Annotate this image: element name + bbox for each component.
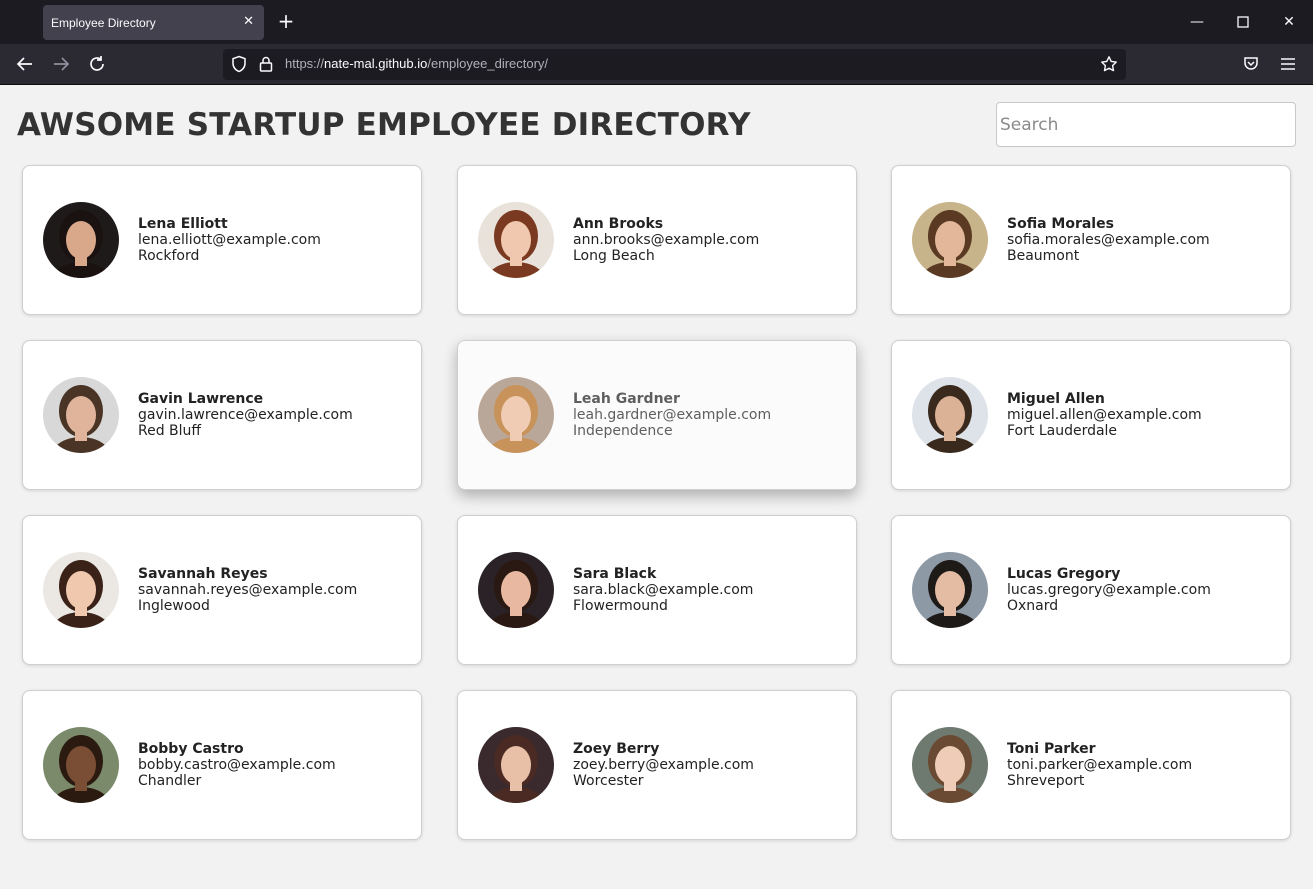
- employee-avatar[interactable]: [478, 727, 554, 803]
- employee-info: Miguel Allen miguel.allen@example.com Fort…: [1007, 391, 1202, 439]
- employee-email: miguel.allen@example.com: [1007, 407, 1202, 423]
- employee-city: Oxnard: [1007, 598, 1059, 614]
- employee-info: Sofia Morales sofia.morales@example.com Be…: [1007, 216, 1210, 264]
- back-arrow-icon[interactable]: [14, 53, 36, 75]
- employee-avatar[interactable]: [43, 727, 119, 803]
- employee-card[interactable]: Leah Gardner leah.gardner@example.com Inde…: [457, 340, 857, 490]
- employee-card[interactable]: Miguel Allen miguel.allen@example.com Fort…: [891, 340, 1291, 490]
- employee-email: lucas.gregory@example.com: [1007, 582, 1211, 598]
- employee-email: lena.elliott@example.com: [138, 232, 321, 248]
- employee-name: Ann Brooks: [573, 216, 664, 232]
- address-bar[interactable]: https://nate-mal.github.io/employee_dire…: [223, 49, 1126, 80]
- employee-info: Toni Parker toni.parker@example.com Shreve…: [1007, 741, 1192, 789]
- employee-avatar[interactable]: [912, 377, 988, 453]
- browser-tab-bar: Employee Directory ✕ + — ✕: [0, 0, 1313, 44]
- employee-city: Beaumont: [1007, 248, 1080, 264]
- employee-name: Bobby Castro: [138, 741, 244, 757]
- employee-card[interactable]: Lena Elliott lena.elliott@example.com Rock…: [22, 165, 422, 315]
- employee-info: Zoey Berry zoey.berry@example.com Worceste…: [573, 741, 754, 789]
- employee-card[interactable]: Ann Brooks ann.brooks@example.com Long Bea…: [457, 165, 857, 315]
- employee-card[interactable]: Lucas Gregory lucas.gregory@example.com Ox…: [891, 515, 1291, 665]
- employee-name: Zoey Berry: [573, 741, 660, 757]
- search-input[interactable]: [996, 102, 1296, 147]
- url-text: https://nate-mal.github.io/employee_dire…: [285, 56, 548, 71]
- close-tab-icon[interactable]: ✕: [243, 14, 254, 29]
- employee-city: Shreveport: [1007, 773, 1085, 789]
- employee-avatar[interactable]: [43, 377, 119, 453]
- employee-email: bobby.castro@example.com: [138, 757, 336, 773]
- employee-info: Lena Elliott lena.elliott@example.com Rock…: [138, 216, 321, 264]
- minimize-icon[interactable]: —: [1187, 12, 1207, 32]
- employee-info: Savannah Reyes savannah.reyes@example.com…: [138, 566, 357, 614]
- page-title: AWSOME STARTUP EMPLOYEE DIRECTORY: [17, 107, 751, 143]
- employee-city: Fort Lauderdale: [1007, 423, 1118, 439]
- employee-city: Worcester: [573, 773, 644, 789]
- maximize-icon[interactable]: [1233, 12, 1253, 34]
- employee-email: zoey.berry@example.com: [573, 757, 754, 773]
- employee-name: Toni Parker: [1007, 741, 1096, 757]
- employee-email: leah.gardner@example.com: [573, 407, 772, 423]
- menu-icon[interactable]: [1277, 53, 1299, 75]
- employee-name: Savannah Reyes: [138, 566, 268, 582]
- employee-card[interactable]: Gavin Lawrence gavin.lawrence@example.com…: [22, 340, 422, 490]
- employee-email: savannah.reyes@example.com: [138, 582, 358, 598]
- employee-card[interactable]: Sofia Morales sofia.morales@example.com Be…: [891, 165, 1291, 315]
- employee-avatar[interactable]: [478, 377, 554, 453]
- tab-title: Employee Directory: [51, 15, 156, 30]
- url-scheme: https://: [285, 56, 325, 71]
- employee-info: Ann Brooks ann.brooks@example.com Long Bea…: [573, 216, 759, 264]
- employee-card[interactable]: Bobby Castro bobby.castro@example.com Chan…: [22, 690, 422, 840]
- pocket-icon[interactable]: [1240, 53, 1262, 75]
- browser-tab[interactable]: Employee Directory ✕: [43, 5, 264, 40]
- shield-icon[interactable]: [230, 55, 248, 73]
- employee-name: Sara Black: [573, 566, 657, 582]
- employee-city: Long Beach: [573, 248, 655, 264]
- employee-email: sara.black@example.com: [573, 582, 754, 598]
- employee-card[interactable]: Savannah Reyes savannah.reyes@example.com…: [22, 515, 422, 665]
- reload-icon[interactable]: [86, 53, 108, 75]
- new-tab-icon[interactable]: +: [276, 10, 296, 32]
- employee-card[interactable]: Toni Parker toni.parker@example.com Shreve…: [891, 690, 1291, 840]
- bookmark-star-icon[interactable]: [1100, 55, 1118, 73]
- page-content: AWSOME STARTUP EMPLOYEE DIRECTORY Lena E…: [0, 86, 1313, 889]
- employee-name: Sofia Morales: [1007, 216, 1114, 232]
- employee-info: Sara Black sara.black@example.com Flowermo…: [573, 566, 753, 614]
- employee-email: ann.brooks@example.com: [573, 232, 760, 248]
- url-path: /employee_directory/: [427, 56, 549, 71]
- employee-name: Leah Gardner: [573, 391, 680, 407]
- employee-city: Flowermound: [573, 598, 668, 614]
- employee-card[interactable]: Sara Black sara.black@example.com Flowermo…: [457, 515, 857, 665]
- employee-city: Inglewood: [138, 598, 210, 614]
- employee-info: Gavin Lawrence gavin.lawrence@example.com…: [138, 391, 353, 439]
- employee-city: Rockford: [138, 248, 200, 264]
- employee-city: Red Bluff: [138, 423, 202, 439]
- employee-city: Chandler: [138, 773, 202, 789]
- employee-avatar[interactable]: [478, 552, 554, 628]
- employee-info: Leah Gardner leah.gardner@example.com Inde…: [573, 391, 771, 439]
- browser-nav-bar: https://nate-mal.github.io/employee_dire…: [0, 44, 1313, 85]
- url-host: nate-mal.github.io: [324, 56, 428, 71]
- employee-avatar[interactable]: [912, 202, 988, 278]
- employee-avatar[interactable]: [912, 727, 988, 803]
- employee-email: gavin.lawrence@example.com: [138, 407, 353, 423]
- employee-email: toni.parker@example.com: [1007, 757, 1193, 773]
- employee-name: Lena Elliott: [138, 216, 228, 232]
- employee-avatar[interactable]: [478, 202, 554, 278]
- employee-avatar[interactable]: [43, 552, 119, 628]
- employee-avatar[interactable]: [912, 552, 988, 628]
- employee-avatar[interactable]: [43, 202, 119, 278]
- employee-name: Lucas Gregory: [1007, 566, 1121, 582]
- close-window-icon[interactable]: ✕: [1279, 12, 1299, 32]
- employee-info: Bobby Castro bobby.castro@example.com Chan…: [138, 741, 336, 789]
- lock-icon[interactable]: [257, 55, 275, 73]
- employee-info: Lucas Gregory lucas.gregory@example.com Ox…: [1007, 566, 1211, 614]
- employee-card[interactable]: Zoey Berry zoey.berry@example.com Worceste…: [457, 690, 857, 840]
- forward-arrow-icon[interactable]: [50, 53, 72, 75]
- employee-email: sofia.morales@example.com: [1007, 232, 1210, 248]
- employee-name: Gavin Lawrence: [138, 391, 264, 407]
- employee-city: Independence: [573, 423, 673, 439]
- employee-name: Miguel Allen: [1007, 391, 1105, 407]
